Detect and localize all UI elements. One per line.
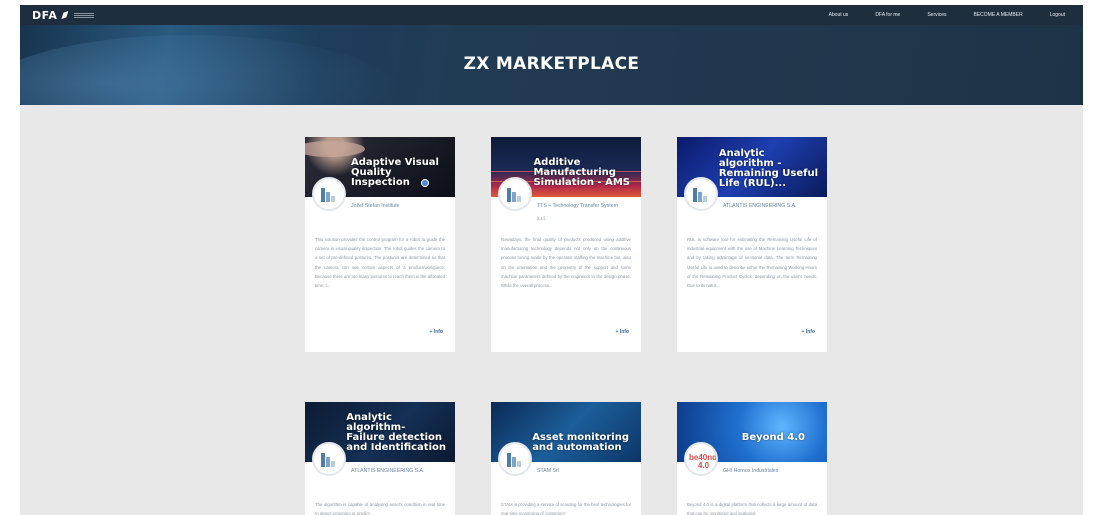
nav-logout[interactable]: Logout <box>1050 12 1065 18</box>
card-image-title: Asset monitoring and automation <box>532 433 629 453</box>
product-card-beyond[interactable]: Beyond 4.0 be40nd 4.0 GHI Hornos Industr… <box>677 402 827 515</box>
nav-become-member[interactable]: BECOME A MEMBER <box>974 12 1023 18</box>
product-card-asset-monitoring[interactable]: Asset monitoring and automation STAM Srl… <box>491 402 641 515</box>
card-description: Nowadays, the final quality of products … <box>501 237 631 289</box>
title-line: Simulation - AMS <box>533 177 630 188</box>
company-avatar <box>312 177 346 211</box>
card-description: STAM is providing a service of scouting … <box>501 502 631 515</box>
top-navbar: DFA About us DFA for me Services BECOME … <box>20 5 1083 25</box>
product-card-failure-detection[interactable]: Analytic algorithm- Failure detection an… <box>305 402 455 515</box>
card-description: The algorithm is capable of analysing as… <box>315 502 445 515</box>
card-description: Beyond 4.0 is a digital platform that co… <box>687 502 817 515</box>
beyond-logo-line: 4.0 <box>698 461 710 470</box>
company-name: TTS – Technology Transfer System <box>537 203 618 209</box>
dfa-logo[interactable]: DFA <box>32 8 95 22</box>
bar-chart-icon <box>507 188 525 202</box>
company-name: GHI Hornos Industriales <box>723 468 779 474</box>
company-name: ATLANTIS ENGINEERING S.A. <box>351 468 425 474</box>
leaf-icon <box>61 11 69 19</box>
title-line: Life (RUL)... <box>718 178 787 189</box>
page: DFA About us DFA for me Services BECOME … <box>20 5 1083 515</box>
nav-dfa-for-me[interactable]: DFA for me <box>875 12 900 18</box>
bar-chart-icon <box>693 188 711 202</box>
info-link[interactable]: + Info <box>802 329 815 335</box>
title-line: Beyond 4.0 <box>741 432 805 443</box>
card-image-title: Beyond 4.0 <box>742 433 805 443</box>
page-title: ZX MARKETPLACE <box>463 54 640 74</box>
card-image-title: Analytic algorithm- Failure detection an… <box>346 413 446 453</box>
title-line: and automation <box>532 442 622 453</box>
title-line: and Identification <box>346 442 446 453</box>
dot-icon <box>421 179 429 187</box>
company-avatar <box>312 442 346 476</box>
company-name-extra: s.r.l. <box>537 216 547 222</box>
bar-chart-icon <box>507 453 525 467</box>
product-card-additive-manufacturing[interactable]: Additive Manufacturing Simulation - AMS … <box>491 137 641 352</box>
company-avatar: be40nd 4.0 <box>684 442 718 476</box>
info-link[interactable]: + Info <box>616 329 629 335</box>
bar-chart-icon <box>321 453 339 467</box>
card-image-title: Analytic algorithm - Remaining Useful Li… <box>719 149 818 189</box>
bar-chart-icon <box>321 188 339 202</box>
company-name: Jožef Stefan Institute <box>351 203 400 209</box>
card-description: This solution provides the control progr… <box>315 237 445 289</box>
main-nav: About us DFA for me Services BECOME A ME… <box>802 5 1065 25</box>
company-name: STAM Srl <box>537 468 559 474</box>
info-link[interactable]: + Info <box>430 329 443 335</box>
logo-text: DFA <box>32 8 58 22</box>
company-avatar <box>498 177 532 211</box>
company-avatar <box>498 442 532 476</box>
company-name: ATLANTIS ENGINEERING S.A. <box>723 203 797 209</box>
beyond-logo: be40nd 4.0 <box>689 454 716 470</box>
hero-banner: ZX MARKETPLACE <box>20 25 1083 105</box>
card-image-title: Additive Manufacturing Simulation - AMS <box>533 158 630 188</box>
robot-arm-shape <box>305 141 365 157</box>
product-card-adaptive-visual[interactable]: Adaptive Visual Quality Inspection Jožef… <box>305 137 455 352</box>
product-card-rul[interactable]: Analytic algorithm - Remaining Useful Li… <box>677 137 827 352</box>
nav-about-us[interactable]: About us <box>829 12 849 18</box>
card-description: RUL is software tool for estimating the … <box>687 237 817 289</box>
logo-tagline <box>74 12 95 18</box>
company-avatar <box>684 177 718 211</box>
nav-services[interactable]: Services <box>927 12 946 18</box>
